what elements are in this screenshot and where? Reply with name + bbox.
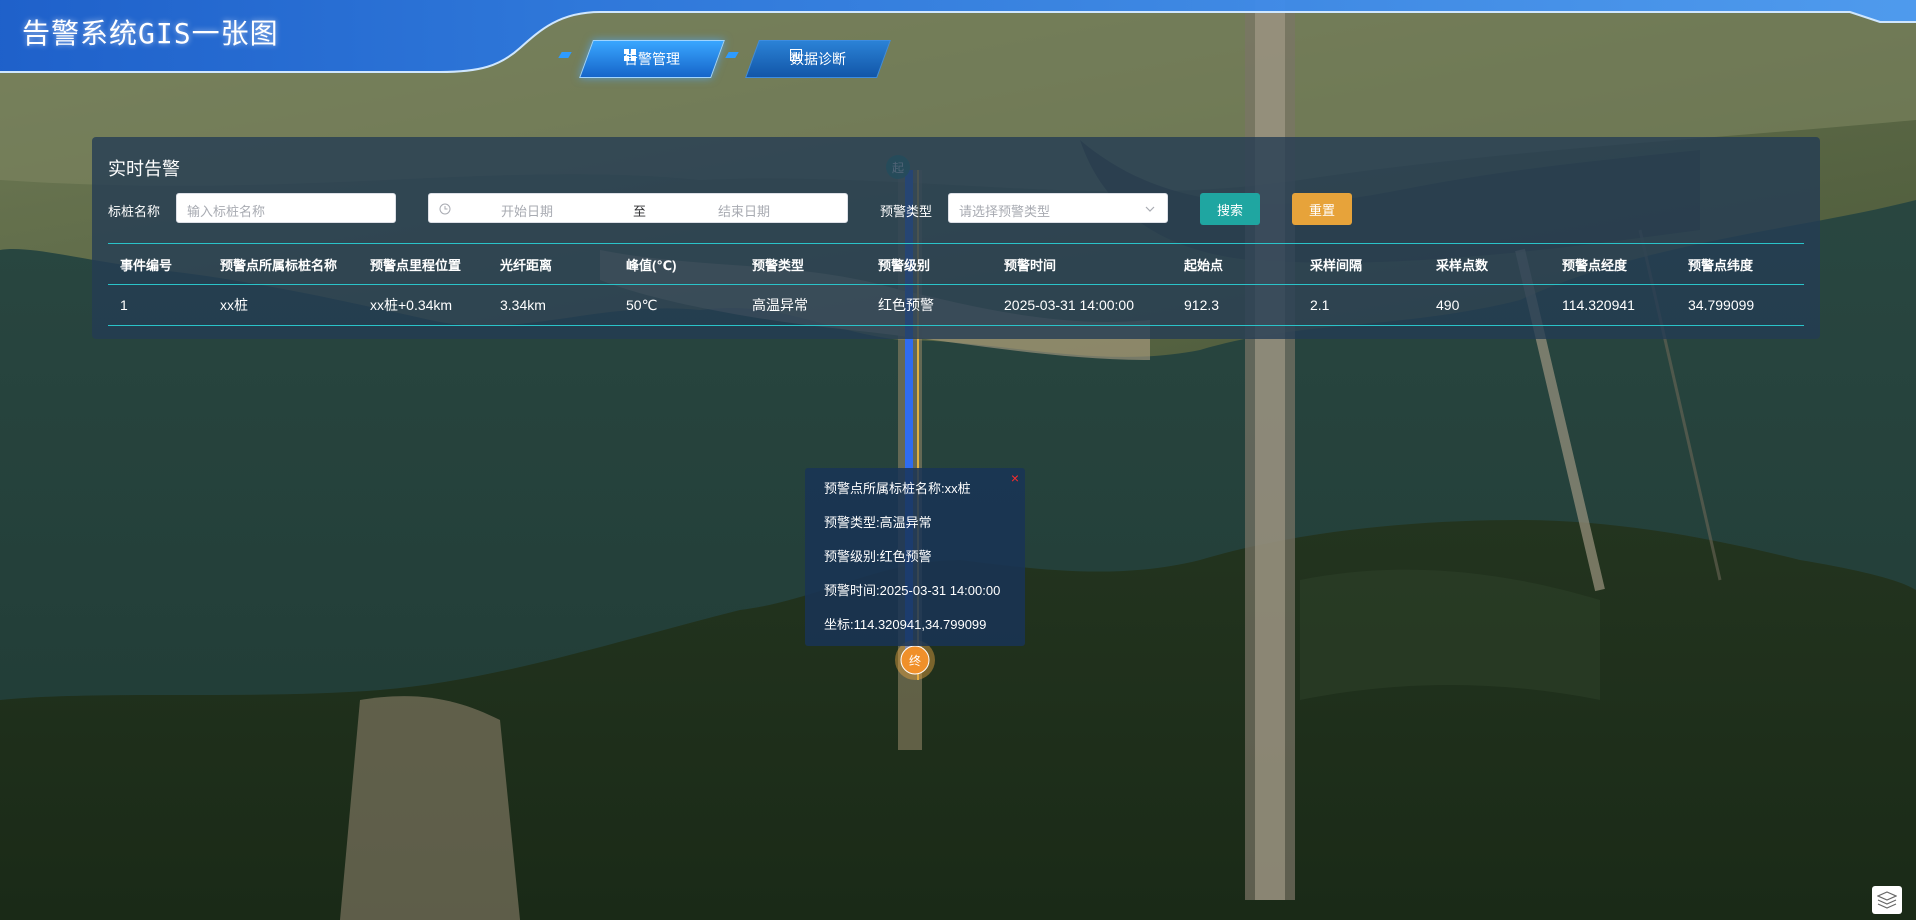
cell-peak: 50℃	[614, 284, 740, 326]
cell-pile-name: xx桩	[208, 284, 358, 326]
close-icon[interactable]: ×	[1011, 470, 1019, 486]
header-frame	[0, 0, 1916, 73]
cell-fiber-distance: 3.34km	[488, 284, 614, 326]
cell-mileage: xx桩+0.34km	[358, 284, 488, 326]
end-date-placeholder: 结束日期	[718, 204, 771, 219]
pile-name-placeholder: 输入标桩名称	[187, 204, 266, 219]
realtime-alarm-panel: 实时告警 标桩名称 输入标桩名称 开始日期 至 结束日期 预警类型 请选择预警类…	[92, 137, 1820, 339]
layers-icon	[1877, 891, 1897, 909]
start-date-placeholder: 开始日期	[501, 204, 554, 219]
clock-icon	[439, 203, 451, 215]
cell-sample-count: 490	[1424, 284, 1550, 326]
cell-alarm-type: 高温异常	[740, 284, 866, 326]
chevron-down-icon	[1145, 206, 1155, 212]
header-cell: 事件编号	[108, 243, 208, 285]
range-separator: 至	[633, 204, 647, 219]
date-range-picker[interactable]: 开始日期 至 结束日期	[428, 193, 848, 223]
cell-sample-interval: 2.1	[1298, 284, 1424, 326]
popup-coordinates: 坐标:114.320941,34.799099	[824, 617, 987, 632]
chart-icon	[790, 49, 802, 61]
popup-alarm-type: 预警类型:高温异常	[824, 515, 932, 530]
alarm-table: 事件编号 预警点所属标桩名称 预警点里程位置 光纤距离 峰值(℃) 预警类型 预…	[108, 243, 1804, 326]
popup-alarm-level: 预警级别:红色预警	[824, 549, 932, 564]
app-title: 告警系统GIS一张图	[22, 17, 279, 50]
cell-longitude: 114.320941	[1550, 284, 1676, 326]
tab-alarm-management[interactable]: 告警管理	[579, 40, 725, 78]
cell-alarm-level: 红色预警	[866, 284, 992, 326]
table-row[interactable]: 1 xx桩 xx桩+0.34km 3.34km 50℃ 高温异常 红色预警 20…	[108, 284, 1804, 326]
cell-alarm-time: 2025-03-31 14:00:00	[992, 284, 1172, 326]
cell-event-id: 1	[108, 284, 208, 326]
header-cell: 预警点所属标桩名称	[208, 243, 358, 285]
popup-pile-name: 预警点所属标桩名称:xx桩	[824, 481, 971, 496]
popup-alarm-time: 预警时间:2025-03-31 14:00:00	[824, 583, 1001, 598]
header-cell: 预警时间	[992, 243, 1172, 285]
header-cell: 预警级别	[866, 243, 992, 285]
reset-button[interactable]: 重置	[1292, 193, 1352, 225]
top-header: 告警系统GIS一张图 告警管理 数据诊断	[0, 0, 1916, 78]
tab-data-diagnosis[interactable]: 数据诊断	[745, 40, 891, 78]
header-cell: 光纤距离	[488, 243, 614, 285]
svg-text:终: 终	[909, 653, 921, 668]
header-cell: 预警类型	[740, 243, 866, 285]
header-cell: 预警点纬度	[1676, 243, 1804, 285]
alarm-type-label: 预警类型	[880, 204, 933, 219]
alarm-type-placeholder: 请选择预警类型	[959, 204, 1051, 219]
cell-latitude: 34.799099	[1676, 284, 1804, 326]
layer-switch-button[interactable]	[1872, 886, 1902, 914]
header-cell: 采样间隔	[1298, 243, 1424, 285]
table-header-row: 事件编号 预警点所属标桩名称 预警点里程位置 光纤距离 峰值(℃) 预警类型 预…	[108, 243, 1804, 285]
panel-title: 实时告警	[108, 159, 180, 179]
grid-icon	[624, 49, 636, 61]
alarm-info-popup: × 预警点所属标桩名称:xx桩 预警类型:高温异常 预警级别:红色预警 预警时间…	[805, 468, 1025, 646]
filter-row: 标桩名称 输入标桩名称 开始日期 至 结束日期 预警类型 请选择预警类型 搜索 …	[92, 193, 1820, 225]
header-cell: 预警点经度	[1550, 243, 1676, 285]
pile-name-input[interactable]: 输入标桩名称	[176, 193, 396, 223]
header-cell: 起始点	[1172, 243, 1298, 285]
search-button[interactable]: 搜索	[1200, 193, 1260, 225]
header-cell: 采样点数	[1424, 243, 1550, 285]
header-cell: 峰值(℃)	[614, 243, 740, 285]
pile-name-label: 标桩名称	[108, 204, 161, 219]
end-marker[interactable]: 终	[895, 640, 935, 680]
cell-start-point: 912.3	[1172, 284, 1298, 326]
header-cell: 预警点里程位置	[358, 243, 488, 285]
alarm-type-select[interactable]: 请选择预警类型	[948, 193, 1168, 223]
